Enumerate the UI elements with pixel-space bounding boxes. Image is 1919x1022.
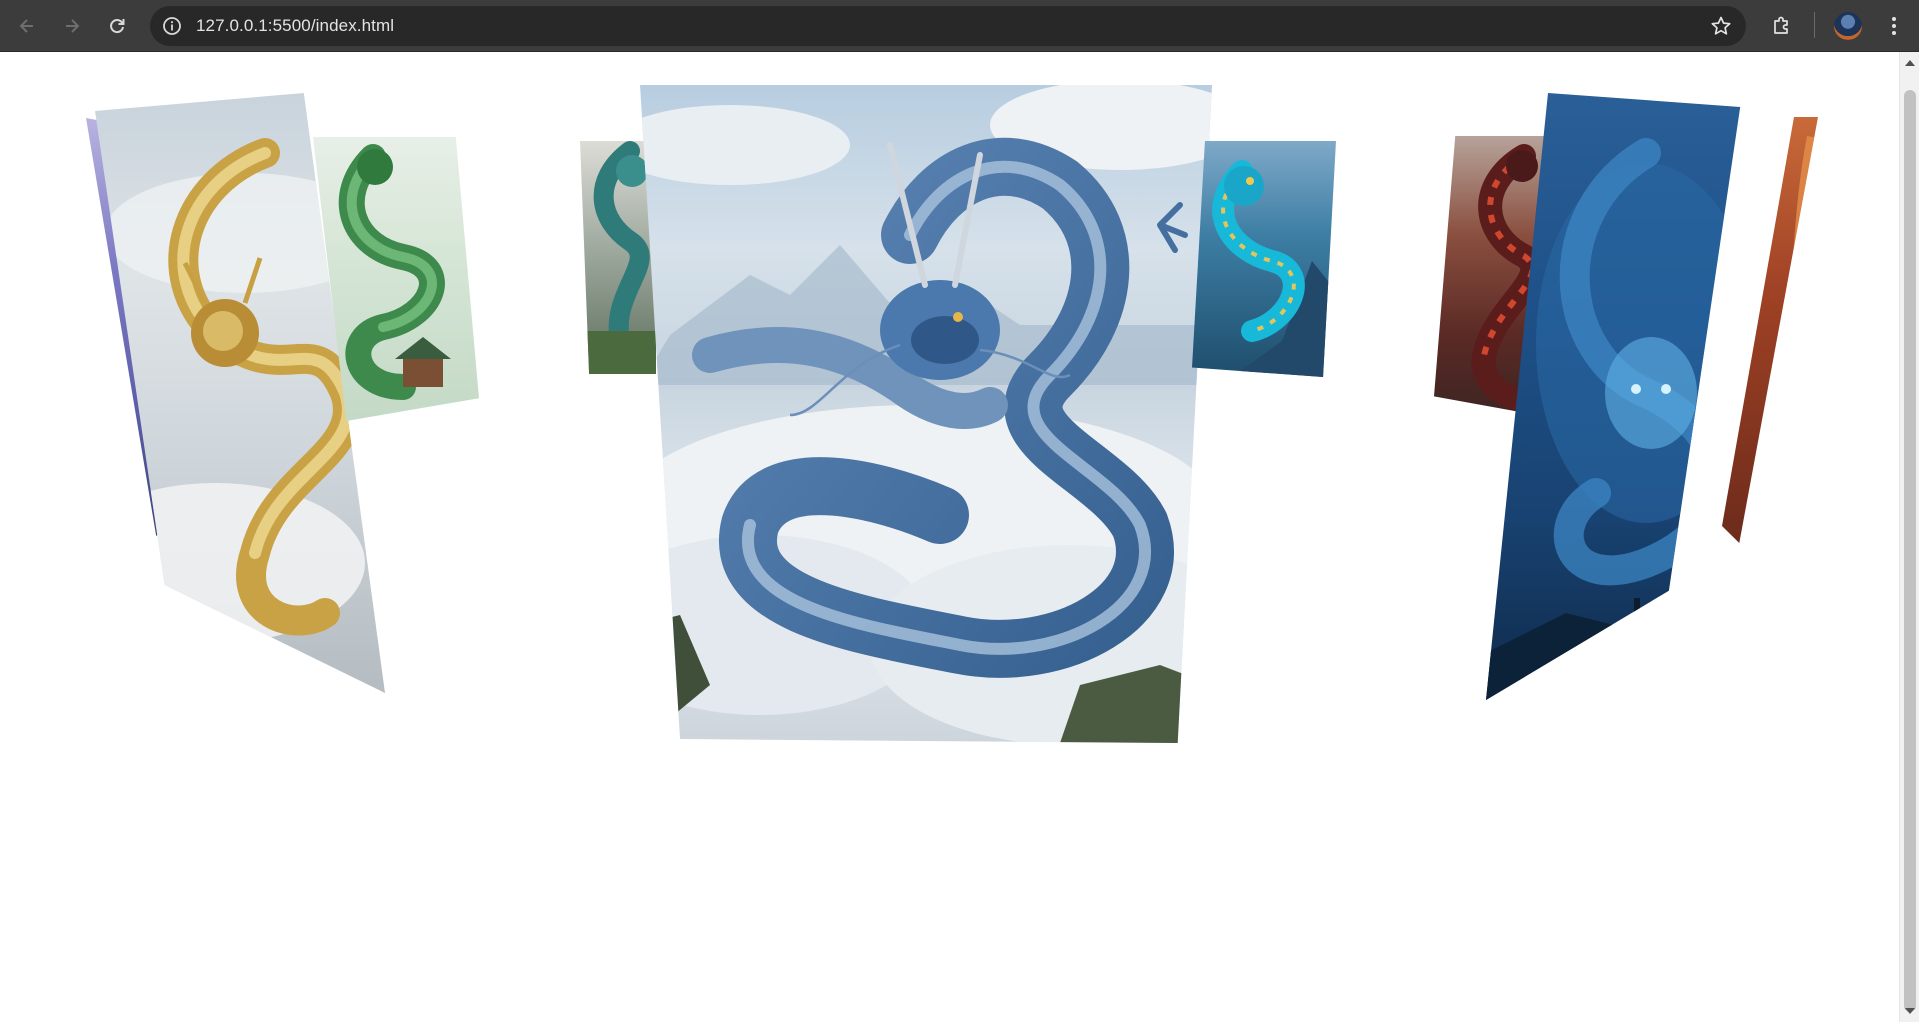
blue-cloud-dragon-image (640, 85, 1212, 743)
address-bar[interactable]: 127.0.0.1:5500/index.html (150, 6, 1746, 46)
toolbar-divider (1814, 12, 1815, 38)
cyan-dragon-image (1212, 160, 1336, 377)
puzzle-icon (1774, 16, 1788, 34)
info-icon[interactable] (162, 16, 182, 36)
kebab-menu-icon (1892, 17, 1896, 35)
profile-avatar[interactable] (1834, 12, 1862, 40)
back-button[interactable] (11, 10, 43, 42)
arrow-left-icon (19, 19, 33, 33)
scroll-down-arrow-icon[interactable] (1905, 1008, 1915, 1014)
menu-button[interactable] (1878, 10, 1910, 42)
reload-button[interactable] (101, 10, 133, 42)
blue-cloud-dragon-card[interactable] (640, 85, 1212, 743)
extensions-button[interactable] (1766, 10, 1798, 42)
browser-toolbar: 127.0.0.1:5500/index.html (0, 0, 1919, 52)
cyan-dragon-card[interactable] (1192, 141, 1336, 377)
forward-button[interactable] (56, 10, 88, 42)
star-icon[interactable] (1710, 15, 1732, 37)
teal-dragon-card[interactable] (580, 141, 656, 374)
teal-dragon-image (580, 141, 656, 374)
arrow-right-icon (66, 19, 80, 33)
scroll-up-arrow-icon[interactable] (1905, 60, 1915, 66)
vertical-scrollbar[interactable] (1899, 52, 1919, 1022)
scrollbar-thumb[interactable] (1904, 90, 1916, 1012)
reload-icon (110, 19, 125, 34)
url-text[interactable]: 127.0.0.1:5500/index.html (196, 16, 394, 36)
